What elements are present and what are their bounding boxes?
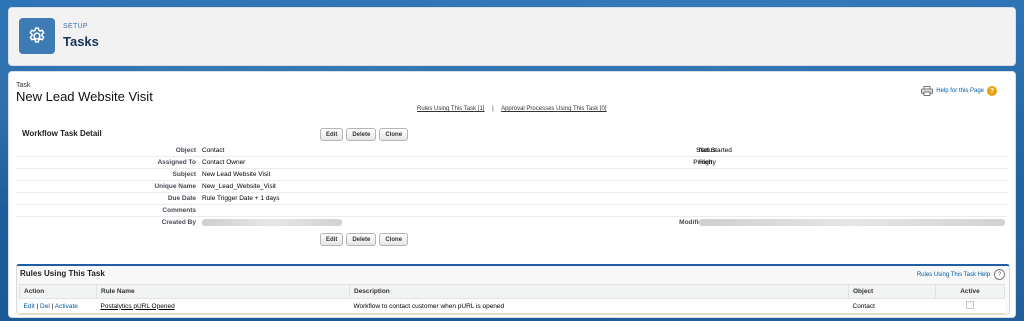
assigned-to-label: Assigned To bbox=[157, 159, 196, 166]
detail-row-due-date: Due Date Rule Trigger Date + 1 days bbox=[16, 193, 1008, 205]
rules-using-task-link[interactable]: Rules Using This Task [1] bbox=[417, 106, 484, 112]
status-label: Status bbox=[696, 147, 716, 154]
rules-heading: Rules Using This Task bbox=[20, 269, 105, 278]
active-checkbox bbox=[966, 301, 974, 309]
help-question-icon[interactable]: ? bbox=[987, 86, 997, 96]
comments-label: Comments bbox=[162, 207, 196, 214]
col-object: Object bbox=[848, 284, 936, 299]
row-activate-link[interactable]: Activate bbox=[55, 303, 78, 310]
detail-row-subject: Subject New Lead Website Visit bbox=[16, 169, 1008, 181]
rules-table-header: Action Rule Name Description Object Acti… bbox=[19, 284, 1005, 299]
detail-row-comments: Comments bbox=[16, 205, 1008, 217]
detail-row-assigned: Assigned To Contact Owner Priority High bbox=[16, 157, 1008, 169]
unique-name-label: Unique Name bbox=[154, 183, 196, 190]
rules-help-label[interactable]: Rules Using This Task Help bbox=[917, 272, 990, 278]
rules-table: Action Rule Name Description Object Acti… bbox=[19, 284, 1005, 314]
row-action-separator: | bbox=[51, 302, 54, 310]
modified-by-label: Modified By bbox=[679, 219, 716, 226]
page-title: Tasks bbox=[63, 34, 99, 49]
priority-label: Priority bbox=[693, 159, 716, 166]
assigned-to-value: Contact Owner bbox=[202, 159, 246, 166]
bottom-button-row: Edit Delete Clone bbox=[320, 233, 409, 246]
row-del-link[interactable]: Del bbox=[40, 303, 50, 310]
subject-value: New Lead Website Visit bbox=[202, 171, 271, 178]
edit-button[interactable]: Edit bbox=[320, 128, 344, 141]
col-description: Description bbox=[349, 284, 849, 299]
due-date-value: Rule Trigger Date + 1 days bbox=[202, 195, 280, 202]
record-type-label: Task bbox=[16, 82, 31, 89]
col-action: Action bbox=[19, 284, 97, 299]
row-edit-link[interactable]: Edit bbox=[24, 303, 35, 310]
delete-button[interactable]: Delete bbox=[346, 128, 377, 141]
clone-button[interactable]: Clone bbox=[379, 128, 409, 141]
row-active bbox=[935, 298, 1005, 314]
row-actions: Edit | Del | Activate bbox=[19, 298, 97, 314]
row-description: Workflow to contact customer when pURL i… bbox=[349, 298, 849, 314]
detail-heading: Workflow Task Detail bbox=[22, 129, 102, 138]
object-label: Object bbox=[175, 147, 196, 154]
help-link-label[interactable]: Help for this Page bbox=[936, 88, 984, 94]
unique-name-value: New_Lead_Website_Visit bbox=[202, 183, 276, 190]
due-date-label: Due Date bbox=[167, 195, 196, 202]
page-header: SETUP Tasks bbox=[8, 7, 1016, 66]
col-rule-name: Rule Name bbox=[96, 284, 350, 299]
status-value: Not Started bbox=[699, 147, 732, 154]
rules-using-task-section: Rules Using This Task Rules Using This T… bbox=[16, 264, 1010, 315]
gear-icon bbox=[19, 18, 55, 54]
delete-button-bottom[interactable]: Delete bbox=[346, 233, 377, 246]
clone-button-bottom[interactable]: Clone bbox=[379, 233, 409, 246]
rules-help-icon[interactable]: ? bbox=[994, 269, 1005, 280]
detail-row-object: Object Contact Status Not Started bbox=[16, 145, 1008, 157]
top-button-row: Edit Delete Clone bbox=[320, 128, 409, 141]
col-active: Active bbox=[935, 284, 1005, 299]
created-by-label: Created By bbox=[161, 219, 196, 226]
rules-help-link[interactable]: Rules Using This Task Help ? bbox=[917, 269, 1005, 280]
subject-label: Subject bbox=[172, 171, 196, 178]
priority-value: High bbox=[699, 159, 713, 166]
row-rule-name: Postalytics pURL Opened bbox=[96, 298, 350, 314]
table-row: Edit | Del | Activate Postalytics pURL O… bbox=[19, 298, 1005, 314]
row-object: Contact bbox=[848, 298, 936, 314]
printer-icon[interactable] bbox=[921, 86, 934, 96]
approval-processes-link[interactable]: Approval Processes Using This Task [0] bbox=[501, 106, 607, 112]
rule-name-link[interactable]: Postalytics pURL Opened bbox=[101, 303, 175, 310]
related-links: Rules Using This Task [1] | Approval Pro… bbox=[417, 106, 607, 112]
detail-row-created-by: Created By Modified By bbox=[16, 217, 1008, 228]
modified-by-redacted bbox=[699, 219, 1005, 226]
related-links-separator: | bbox=[492, 106, 494, 112]
edit-button-bottom[interactable]: Edit bbox=[320, 233, 344, 246]
row-action-separator: | bbox=[36, 302, 39, 310]
task-detail-card: Task New Lead Website Visit Help for thi… bbox=[8, 71, 1016, 318]
workflow-task-detail: Workflow Task Detail Edit Delete Clone O… bbox=[16, 123, 1008, 253]
created-by-redacted bbox=[202, 219, 342, 226]
help-for-page-link[interactable]: Help for this Page ? bbox=[921, 86, 997, 96]
detail-row-unique-name: Unique Name New_Lead_Website_Visit bbox=[16, 181, 1008, 193]
object-value: Contact bbox=[202, 147, 225, 154]
record-title: New Lead Website Visit bbox=[16, 89, 153, 104]
setup-label[interactable]: SETUP bbox=[63, 23, 88, 30]
